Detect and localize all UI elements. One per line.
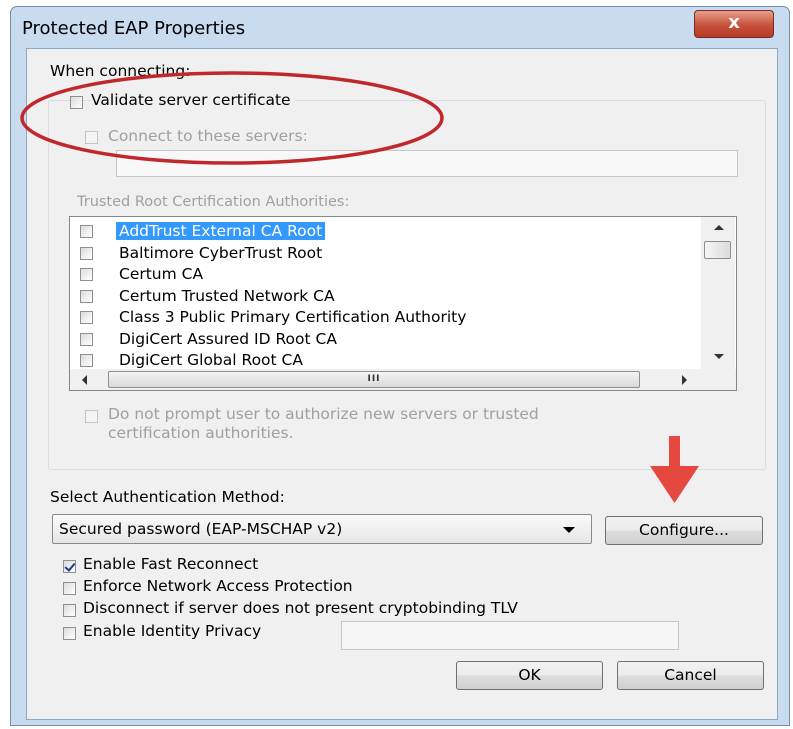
highlight-ellipse — [20, 71, 444, 165]
annotation-layer — [20, 71, 699, 503]
red-arrow-icon — [650, 436, 699, 503]
